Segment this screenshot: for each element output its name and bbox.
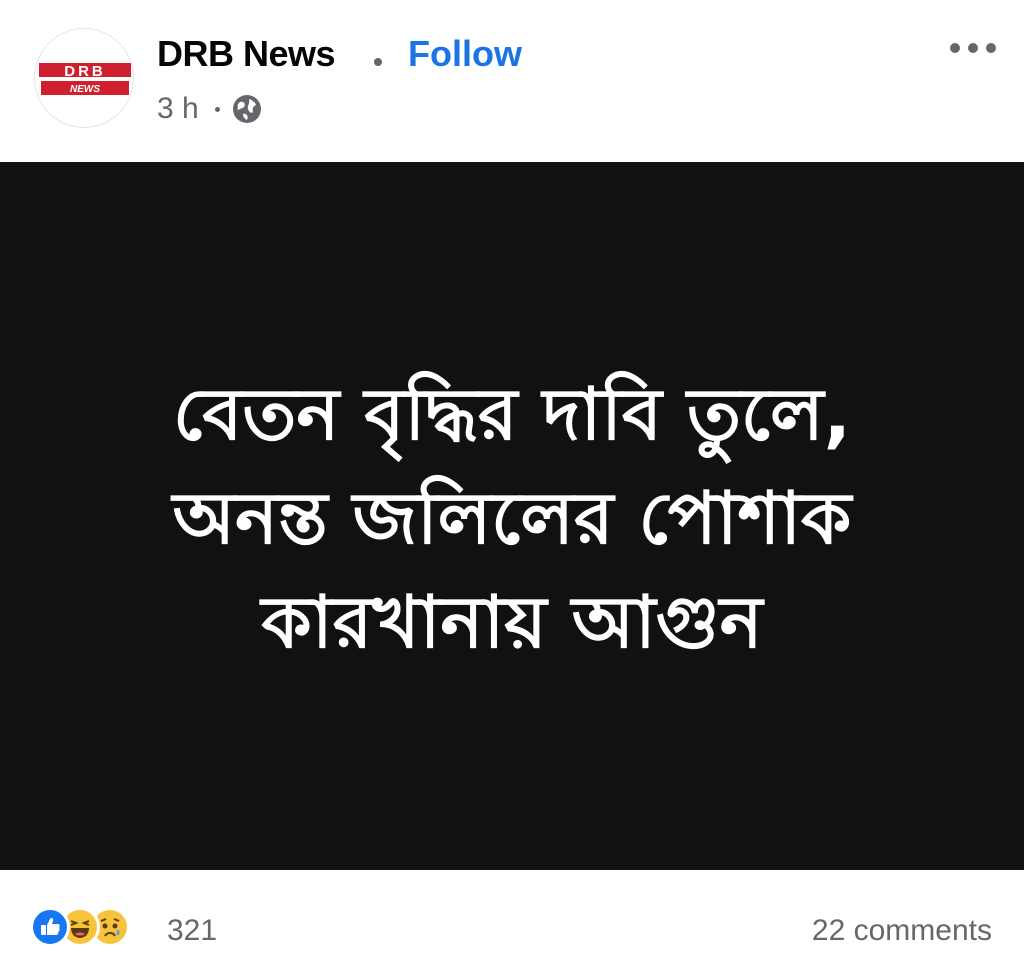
- post-footer: 321 22 comments: [0, 870, 1024, 963]
- headline-line-2: অনন্ত জলিলের পোশাক: [172, 476, 852, 560]
- meta-separator-dot: [215, 107, 220, 112]
- follow-button[interactable]: Follow: [408, 33, 522, 75]
- post-time[interactable]: 3 h: [157, 92, 199, 126]
- separator-dot: [374, 58, 382, 66]
- headline-text: বেতন বৃদ্ধির দাবি তুলে, অনন্ত জলিলের পোশ…: [0, 362, 1024, 674]
- reaction-count[interactable]: 321: [167, 914, 217, 948]
- globe-icon: [231, 93, 263, 133]
- more-dot: [950, 43, 960, 53]
- more-dot: [986, 43, 996, 53]
- like-icon: [30, 907, 70, 947]
- more-options-button[interactable]: [948, 34, 998, 64]
- svg-text:DRB: DRB: [64, 63, 106, 80]
- page-avatar[interactable]: DRB NEWS: [34, 28, 134, 128]
- headline-line-3: কারখানায় আগুন: [261, 580, 763, 664]
- comments-link[interactable]: 22 comments: [812, 914, 992, 948]
- drb-logo: DRB NEWS: [39, 63, 131, 95]
- post-image[interactable]: বেতন বৃদ্ধির দাবি তুলে, অনন্ত জলিলের পোশ…: [0, 162, 1024, 870]
- headline-line-1: বেতন বৃদ্ধির দাবি তুলে,: [173, 372, 851, 456]
- page-name[interactable]: DRB News: [157, 33, 336, 75]
- more-dot: [968, 43, 978, 53]
- svg-text:NEWS: NEWS: [70, 84, 100, 95]
- post-header: DRB NEWS DRB News Follow 3 h: [0, 0, 1024, 162]
